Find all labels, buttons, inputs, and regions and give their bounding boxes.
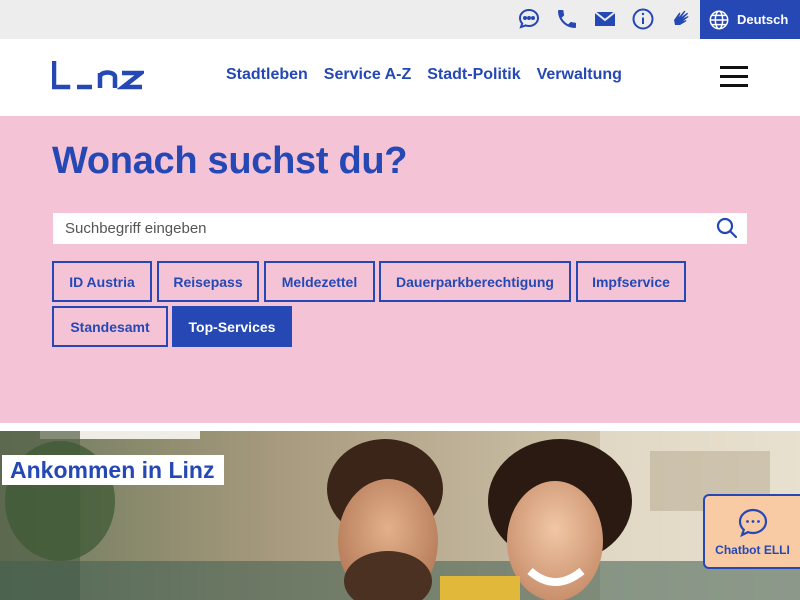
chip-dauerparkberechtigung[interactable]: Dauerparkberechtigung <box>379 261 571 302</box>
nav-service-a-z[interactable]: Service A-Z <box>324 66 411 84</box>
chat-icon[interactable] <box>516 6 542 32</box>
language-selector[interactable]: Deutsch <box>700 0 800 39</box>
search-heading: Wonach suchst du? <box>52 140 408 182</box>
chatbot-label: Chatbot ELLI <box>715 542 790 557</box>
nav-verwaltung[interactable]: Verwaltung <box>537 66 622 84</box>
nav-stadtleben[interactable]: Stadtleben <box>226 66 308 84</box>
chatbot-button[interactable]: Chatbot ELLI <box>703 494 800 569</box>
info-icon[interactable] <box>630 6 656 32</box>
search-icon[interactable] <box>715 216 739 240</box>
feature-photo[interactable]: Ankommen in Linz <box>0 431 800 600</box>
nav-stadt-politik[interactable]: Stadt-Politik <box>427 66 520 84</box>
chat-bubble-icon <box>738 508 767 537</box>
utility-bar: Deutsch <box>0 0 800 39</box>
chip-standesamt[interactable]: Standesamt <box>52 306 168 347</box>
phone-icon[interactable] <box>554 6 580 32</box>
language-label: Deutsch <box>737 12 789 27</box>
search-input[interactable] <box>53 213 703 244</box>
chip-id-austria[interactable]: ID Austria <box>52 261 152 302</box>
mail-icon[interactable] <box>592 6 618 32</box>
linz-logo[interactable] <box>51 60 148 91</box>
chip-reisepass[interactable]: Reisepass <box>157 261 259 302</box>
feature-title[interactable]: Ankommen in Linz <box>2 455 225 485</box>
sign-language-icon[interactable] <box>668 6 694 32</box>
chip-top-services[interactable]: Top-Services <box>172 306 292 347</box>
hamburger-menu-icon[interactable] <box>720 64 748 88</box>
main-header: Stadtleben Service A-Z Stadt-Politik Ver… <box>0 39 800 116</box>
globe-icon <box>709 10 729 29</box>
search-box <box>53 213 747 244</box>
main-nav: Stadtleben Service A-Z Stadt-Politik Ver… <box>226 66 622 84</box>
chip-meldezettel[interactable]: Meldezettel <box>264 261 375 302</box>
chip-impfservice[interactable]: Impfservice <box>576 261 686 302</box>
search-section: Wonach suchst du? ID Austria Reisepass M… <box>0 116 800 423</box>
